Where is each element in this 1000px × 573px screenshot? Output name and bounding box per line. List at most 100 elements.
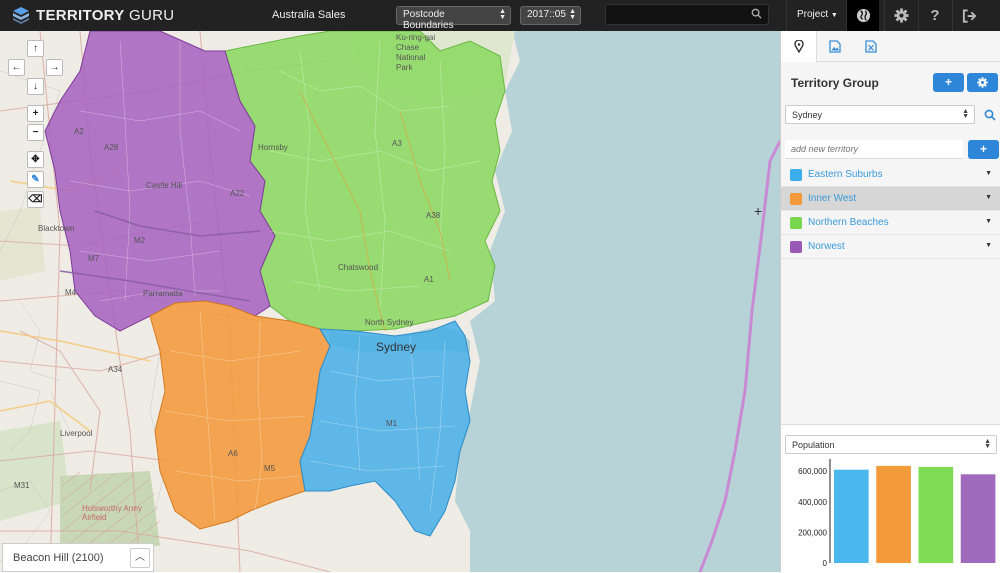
pan-down-button[interactable]: ↓ <box>27 78 44 95</box>
y-tick-label: 600,000 <box>798 467 827 476</box>
pan-right-button[interactable]: → <box>46 59 63 76</box>
panel-tabs <box>781 31 1000 62</box>
logout-icon <box>962 8 976 23</box>
logo-text-light: GURU <box>124 6 175 24</box>
date-select[interactable]: 2017::05 ▲ ▼ <box>520 6 581 25</box>
chart-panel: Population ▲ ▼ 600,000 400,000 200,000 0 <box>781 424 1000 572</box>
caret-down-icon[interactable]: ▼ <box>985 218 992 225</box>
new-territory-input[interactable] <box>785 140 963 159</box>
label-ku-ring-gai: Ku-ring-gai Chase National Park <box>396 33 436 72</box>
search-input[interactable] <box>605 4 769 25</box>
map-view[interactable]: Sydney Castle Hill Hornsby Chatswood Par… <box>0 31 780 572</box>
metric-select-value: Population <box>792 440 835 450</box>
bar-inner-west[interactable] <box>876 465 911 563</box>
caret-down-icon[interactable]: ▼ <box>985 194 992 201</box>
label-north-sydney: North Sydney <box>365 318 414 327</box>
plus-icon: + <box>944 75 952 89</box>
territory-northern-beaches[interactable] <box>224 31 506 332</box>
help-button[interactable]: ? <box>918 0 951 31</box>
move-icon: ✥ <box>31 154 40 165</box>
territory-row-eastern-suburbs[interactable]: Eastern Suburbs ▼ <box>781 163 1000 187</box>
draw-tool-button[interactable]: ✎ <box>27 171 44 188</box>
pan-left-button[interactable]: ← <box>8 59 25 76</box>
globe-icon <box>856 8 870 23</box>
gear-icon <box>893 8 909 23</box>
minus-icon: − <box>32 127 39 138</box>
metric-select[interactable]: Population ▲ ▼ <box>785 435 997 454</box>
group-select-value: Sydney <box>792 110 823 120</box>
move-tool-button[interactable]: ✥ <box>27 151 44 168</box>
road-label: A2 <box>74 127 84 136</box>
search-icon[interactable] <box>984 109 996 121</box>
help-icon: ? <box>930 7 940 24</box>
chevron-up-icon: ︿ <box>135 552 145 563</box>
project-menu[interactable]: Project ▼ <box>786 0 846 31</box>
app-logo[interactable]: TERRITORY GURU <box>12 5 174 25</box>
bar-northern-beaches[interactable] <box>918 466 954 563</box>
territory-row-inner-west[interactable]: Inner West ▼ <box>781 187 1000 211</box>
boundary-select-value: Postcode Boundaries <box>403 9 454 31</box>
plus-icon: + <box>32 108 39 119</box>
logo-text-bold: TERRITORY <box>36 6 125 24</box>
updown-arrow-icon: ▲ ▼ <box>499 8 506 21</box>
road-label: M31 <box>14 481 30 490</box>
logout-button[interactable] <box>952 0 985 31</box>
group-select[interactable]: Sydney ▲ ▼ <box>785 105 975 124</box>
territory-color-swatch[interactable] <box>790 241 802 253</box>
zoom-out-button[interactable]: − <box>27 124 44 141</box>
expand-up-button[interactable]: ︿ <box>130 548 150 568</box>
cursor-crosshair-icon: + <box>754 203 763 219</box>
settings-button[interactable] <box>884 0 917 31</box>
side-panel: Territory Group + Sydney ▲▼ + Eastern Su… <box>780 31 1000 572</box>
label-parramatta: Parramatta <box>143 289 183 298</box>
tab-location[interactable] <box>781 31 817 62</box>
updown-arrow-icon: ▲ ▼ <box>984 438 991 450</box>
y-tick-label: 0 <box>823 559 828 568</box>
app-title: Australia Sales <box>272 9 346 21</box>
road-label: M4 <box>65 288 77 297</box>
search-icon <box>751 8 762 19</box>
territory-list: Eastern Suburbs ▼ Inner West ▼ Northern … <box>781 163 1000 259</box>
map-status-bar: Beacon Hill (2100) ︿ <box>2 543 154 572</box>
territory-row-norwest[interactable]: Norwest ▼ <box>781 235 1000 259</box>
road-label: A22 <box>230 189 245 198</box>
updown-arrow-icon: ▲ ▼ <box>569 8 576 21</box>
territory-color-swatch[interactable] <box>790 193 802 205</box>
caret-down-icon[interactable]: ▼ <box>985 242 992 249</box>
zoom-in-button[interactable]: + <box>27 105 44 122</box>
label-holsworthy: Holsworthy Army Airfield <box>82 504 143 522</box>
tab-image[interactable] <box>817 31 853 62</box>
add-group-button[interactable]: + <box>933 73 964 92</box>
plus-icon: + <box>979 142 987 156</box>
bar-norwest[interactable] <box>960 474 996 563</box>
image-file-icon <box>829 40 841 53</box>
territory-name: Inner West <box>808 193 857 204</box>
road-label: A34 <box>108 365 123 374</box>
territory-name: Eastern Suburbs <box>808 169 883 180</box>
globe-button[interactable] <box>846 0 879 31</box>
label-liverpool: Liverpool <box>60 429 93 438</box>
territory-row-northern-beaches[interactable]: Northern Beaches ▼ <box>781 211 1000 235</box>
territory-color-swatch[interactable] <box>790 169 802 181</box>
caret-down-icon[interactable]: ▼ <box>985 170 992 177</box>
bar-eastern-suburbs[interactable] <box>834 469 869 563</box>
add-territory-button[interactable]: + <box>968 140 999 159</box>
pan-up-button[interactable]: ↑ <box>27 40 44 57</box>
road-label: A6 <box>228 449 238 458</box>
population-bar-chart: 600,000 400,000 200,000 0 <box>798 459 996 568</box>
excel-file-icon <box>865 40 877 53</box>
territory-color-swatch[interactable] <box>790 217 802 229</box>
label-castle-hill: Castle Hill <box>146 181 183 190</box>
label-chatswood: Chatswood <box>338 263 379 272</box>
updown-arrow-icon: ▲ ▼ <box>962 108 969 120</box>
date-select-value: 2017::05 <box>527 9 566 20</box>
tab-excel[interactable] <box>853 31 889 62</box>
road-label: M1 <box>386 419 398 428</box>
boundary-select[interactable]: Postcode Boundaries ▲ ▼ <box>396 6 511 31</box>
road-label: M7 <box>88 254 100 263</box>
erase-tool-button[interactable]: ⌫ <box>27 191 44 208</box>
arrow-left-icon: ← <box>11 62 22 73</box>
map-canvas[interactable] <box>0 31 780 572</box>
group-settings-button[interactable] <box>967 73 998 92</box>
logo-icon <box>13 7 29 24</box>
